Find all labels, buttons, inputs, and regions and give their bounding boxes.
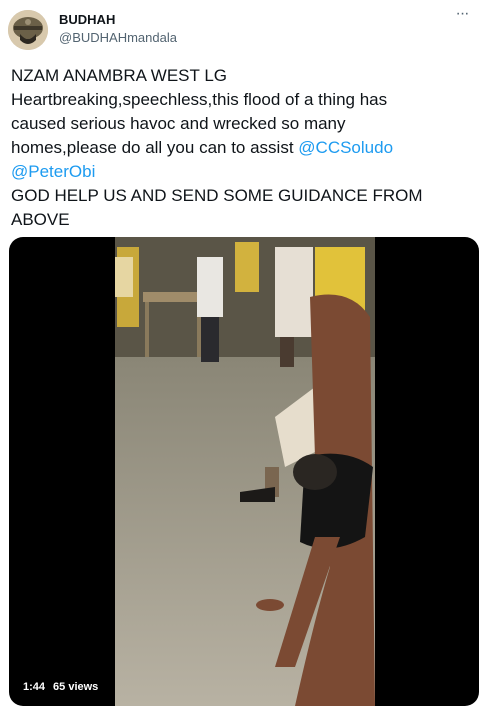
- tweet-line: NZAM ANAMBRA WEST LG: [11, 66, 228, 85]
- tweet-text-fragment: homes,please do all you can to assist: [11, 138, 299, 157]
- more-dots-icon[interactable]: ···: [450, 6, 474, 26]
- tweet-line: homes,please do all you can to assist @C…: [11, 136, 477, 160]
- tweet-line: GOD HELP US AND SEND SOME GUIDANCE FROM: [11, 186, 423, 205]
- tweet-line: @PeterObi: [11, 160, 477, 184]
- video-player[interactable]: 1:44 65 views: [9, 237, 479, 706]
- mention-link[interactable]: @CCSoludo: [298, 138, 393, 157]
- tweet-line: caused serious havoc and wrecked so many: [11, 114, 346, 133]
- tweet-line: Heartbreaking,speechless,this flood of a…: [11, 90, 388, 109]
- display-name[interactable]: BUDHAH: [59, 12, 115, 27]
- avatar[interactable]: [8, 10, 48, 50]
- tweet-header: BUDHAH @BUDHAHmandala ···: [0, 0, 486, 56]
- tweet-text: NZAM ANAMBRA WEST LG Heartbreaking,speec…: [11, 64, 477, 232]
- tweet-line: ABOVE: [11, 210, 70, 229]
- user-handle[interactable]: @BUDHAHmandala: [59, 30, 177, 45]
- flood-scene-image: [115, 237, 375, 706]
- video-duration: 1:44: [23, 681, 46, 693]
- mention-link[interactable]: @PeterObi: [11, 162, 95, 181]
- video-stats-overlay: 1:44 65 views: [17, 678, 105, 696]
- video-frame[interactable]: [115, 237, 375, 706]
- helmet-avatar-icon: [8, 10, 48, 50]
- video-views: 65 views: [53, 681, 99, 693]
